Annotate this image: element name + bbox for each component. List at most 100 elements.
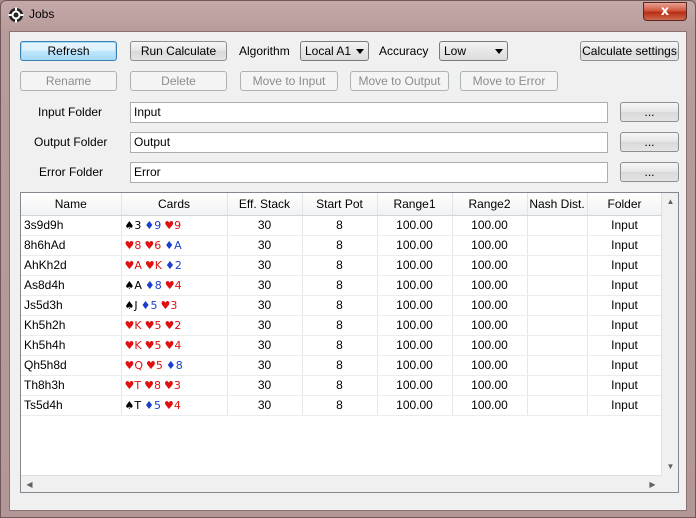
card-rank: T [134, 398, 142, 412]
card-rank: J [134, 298, 138, 312]
card-suit-icon: ♠ [124, 218, 135, 232]
table-row[interactable]: AhKh2d ♥A ♥K ♦2 30 8 100.00 100.00 Input [21, 255, 663, 276]
move-to-output-button[interactable]: Move to Output [350, 71, 449, 91]
card-suit-icon: ♥ [163, 378, 174, 392]
table-row[interactable]: Js5d3h ♠J ♦5 ♥3 30 8 100.00 100.00 Input [21, 295, 663, 316]
name-cell: 8h6hAd [21, 235, 122, 256]
delete-button[interactable]: Delete [130, 71, 227, 91]
jobs-table[interactable]: Name Cards Eff. Stack Start Pot Range1 Range2… [20, 192, 679, 493]
poker-chip-icon [8, 7, 24, 23]
card-suit-icon: ♦ [144, 278, 155, 292]
column-header[interactable]: Range2 [452, 193, 528, 216]
table-body: 3s9d9h ♠3 ♦9 ♥9 30 8 100.00 100.00 Input 8h6hAd ♥8… [21, 215, 663, 416]
name-cell: Kh5h4h [21, 335, 122, 356]
card-suit-icon: ♦ [140, 298, 151, 312]
table-row[interactable]: 8h6hAd ♥8 ♥6 ♦A 30 8 100.00 100.00 Input [21, 235, 663, 256]
nash-cell [527, 395, 588, 416]
close-button[interactable]: x [643, 2, 687, 21]
accuracy-select[interactable]: Low [439, 41, 508, 61]
column-header[interactable]: Start Pot [302, 193, 378, 216]
card-rank: 8 [134, 238, 142, 252]
card: ♠T [125, 399, 142, 412]
card: ♥5 [145, 319, 162, 332]
r1-cell: 100.00 [377, 235, 453, 256]
table-row[interactable]: Ts5d4h ♠T ♦5 ♥4 30 8 100.00 100.00 Input [21, 395, 663, 416]
card-rank: 9 [174, 218, 182, 232]
pot-cell: 8 [302, 355, 378, 376]
card: ♥6 [144, 239, 161, 252]
input-folder-field[interactable]: Input [130, 102, 608, 123]
move-to-input-button[interactable]: Move to Input [240, 71, 338, 91]
r2-cell: 100.00 [452, 375, 528, 396]
card-suit-icon: ♥ [146, 358, 156, 372]
stack-cell: 30 [227, 375, 303, 396]
r2-cell: 100.00 [452, 215, 528, 236]
card-rank: 2 [174, 318, 182, 332]
r2-cell: 100.00 [452, 335, 528, 356]
card-suit-icon: ♥ [144, 378, 154, 392]
column-header[interactable]: Eff. Stack [227, 193, 303, 216]
table-row[interactable]: Qh5h8d ♥Q ♥5 ♦8 30 8 100.00 100.00 Input [21, 355, 663, 376]
folder-cell: Input [587, 335, 663, 356]
card-suit-icon: ♠ [124, 278, 135, 292]
client-area: Refresh Run Calculate Algorithm Local A1… [9, 31, 687, 511]
run-calculate-button[interactable]: Run Calculate [130, 41, 227, 61]
table-row[interactable]: 3s9d9h ♠3 ♦9 ♥9 30 8 100.00 100.00 Input [21, 215, 663, 236]
error-folder-field[interactable]: Error [130, 162, 608, 183]
move-to-error-button[interactable]: Move to Error [460, 71, 558, 91]
name-cell: 3s9d9h [21, 215, 122, 236]
calculate-settings-button[interactable]: Calculate settings [580, 41, 679, 61]
card: ♦A [164, 239, 181, 252]
card-suit-icon: ♥ [144, 238, 155, 252]
browse-error-button[interactable]: ... [620, 162, 679, 182]
table-row[interactable]: Kh5h2h ♥K ♥5 ♥2 30 8 100.00 100.00 Input [21, 315, 663, 336]
column-header[interactable]: Cards [121, 193, 228, 216]
r1-cell: 100.00 [377, 295, 453, 316]
scroll-right-icon[interactable]: ▶ [644, 476, 661, 492]
column-header[interactable]: Folder [587, 193, 663, 216]
scroll-up-icon[interactable]: ▲ [662, 193, 678, 210]
pot-cell: 8 [302, 275, 378, 296]
card-suit-icon: ♥ [163, 398, 174, 412]
card-rank: A [134, 278, 142, 292]
card: ♥A [125, 259, 142, 272]
title-bar[interactable]: Jobs x [1, 1, 695, 29]
table-row[interactable]: Kh5h4h ♥K ♥5 ♥4 30 8 100.00 100.00 Input [21, 335, 663, 356]
r2-cell: 100.00 [452, 295, 528, 316]
column-header[interactable]: Nash Dist. [527, 193, 588, 216]
vertical-scrollbar[interactable]: ▲ ▼ [661, 193, 678, 492]
cards-cell: ♥Q ♥5 ♦8 [121, 355, 228, 376]
rename-button[interactable]: Rename [20, 71, 117, 91]
card: ♥K [145, 259, 162, 272]
table-row[interactable]: As8d4h ♠A ♦8 ♥4 30 8 100.00 100.00 Input [21, 275, 663, 296]
column-header[interactable]: Name [21, 193, 122, 216]
card-suit-icon: ♥ [124, 338, 135, 352]
stack-cell: 30 [227, 215, 303, 236]
card-suit-icon: ♥ [164, 338, 175, 352]
browse-output-button[interactable]: ... [620, 132, 679, 152]
accuracy-label: Accuracy [379, 44, 429, 58]
card-rank: 2 [174, 258, 182, 272]
card: ♥4 [165, 279, 182, 292]
cards-cell: ♥A ♥K ♦2 [121, 255, 228, 276]
pot-cell: 8 [302, 215, 378, 236]
pot-cell: 8 [302, 395, 378, 416]
card-suit-icon: ♦ [164, 238, 175, 252]
card: ♥3 [161, 299, 178, 312]
folder-cell: Input [587, 355, 663, 376]
horizontal-scrollbar[interactable]: ◀ ▶ [21, 475, 661, 492]
browse-input-button[interactable]: ... [620, 102, 679, 122]
output-folder-label: Output Folder [34, 135, 108, 149]
card-suit-icon: ♥ [124, 258, 135, 272]
table-row[interactable]: Th8h3h ♥T ♥8 ♥3 30 8 100.00 100.00 Input [21, 375, 663, 396]
scroll-left-icon[interactable]: ◀ [21, 476, 38, 492]
column-header[interactable]: Range1 [377, 193, 453, 216]
output-folder-field[interactable]: Output [130, 132, 608, 153]
scroll-down-icon[interactable]: ▼ [662, 458, 678, 475]
card: ♥3 [164, 379, 181, 392]
name-cell: Ts5d4h [21, 395, 122, 416]
refresh-button[interactable]: Refresh [20, 41, 117, 61]
algorithm-select[interactable]: Local A1 [300, 41, 369, 61]
card-suit-icon: ♦ [165, 358, 176, 372]
window-title: Jobs [29, 7, 55, 21]
